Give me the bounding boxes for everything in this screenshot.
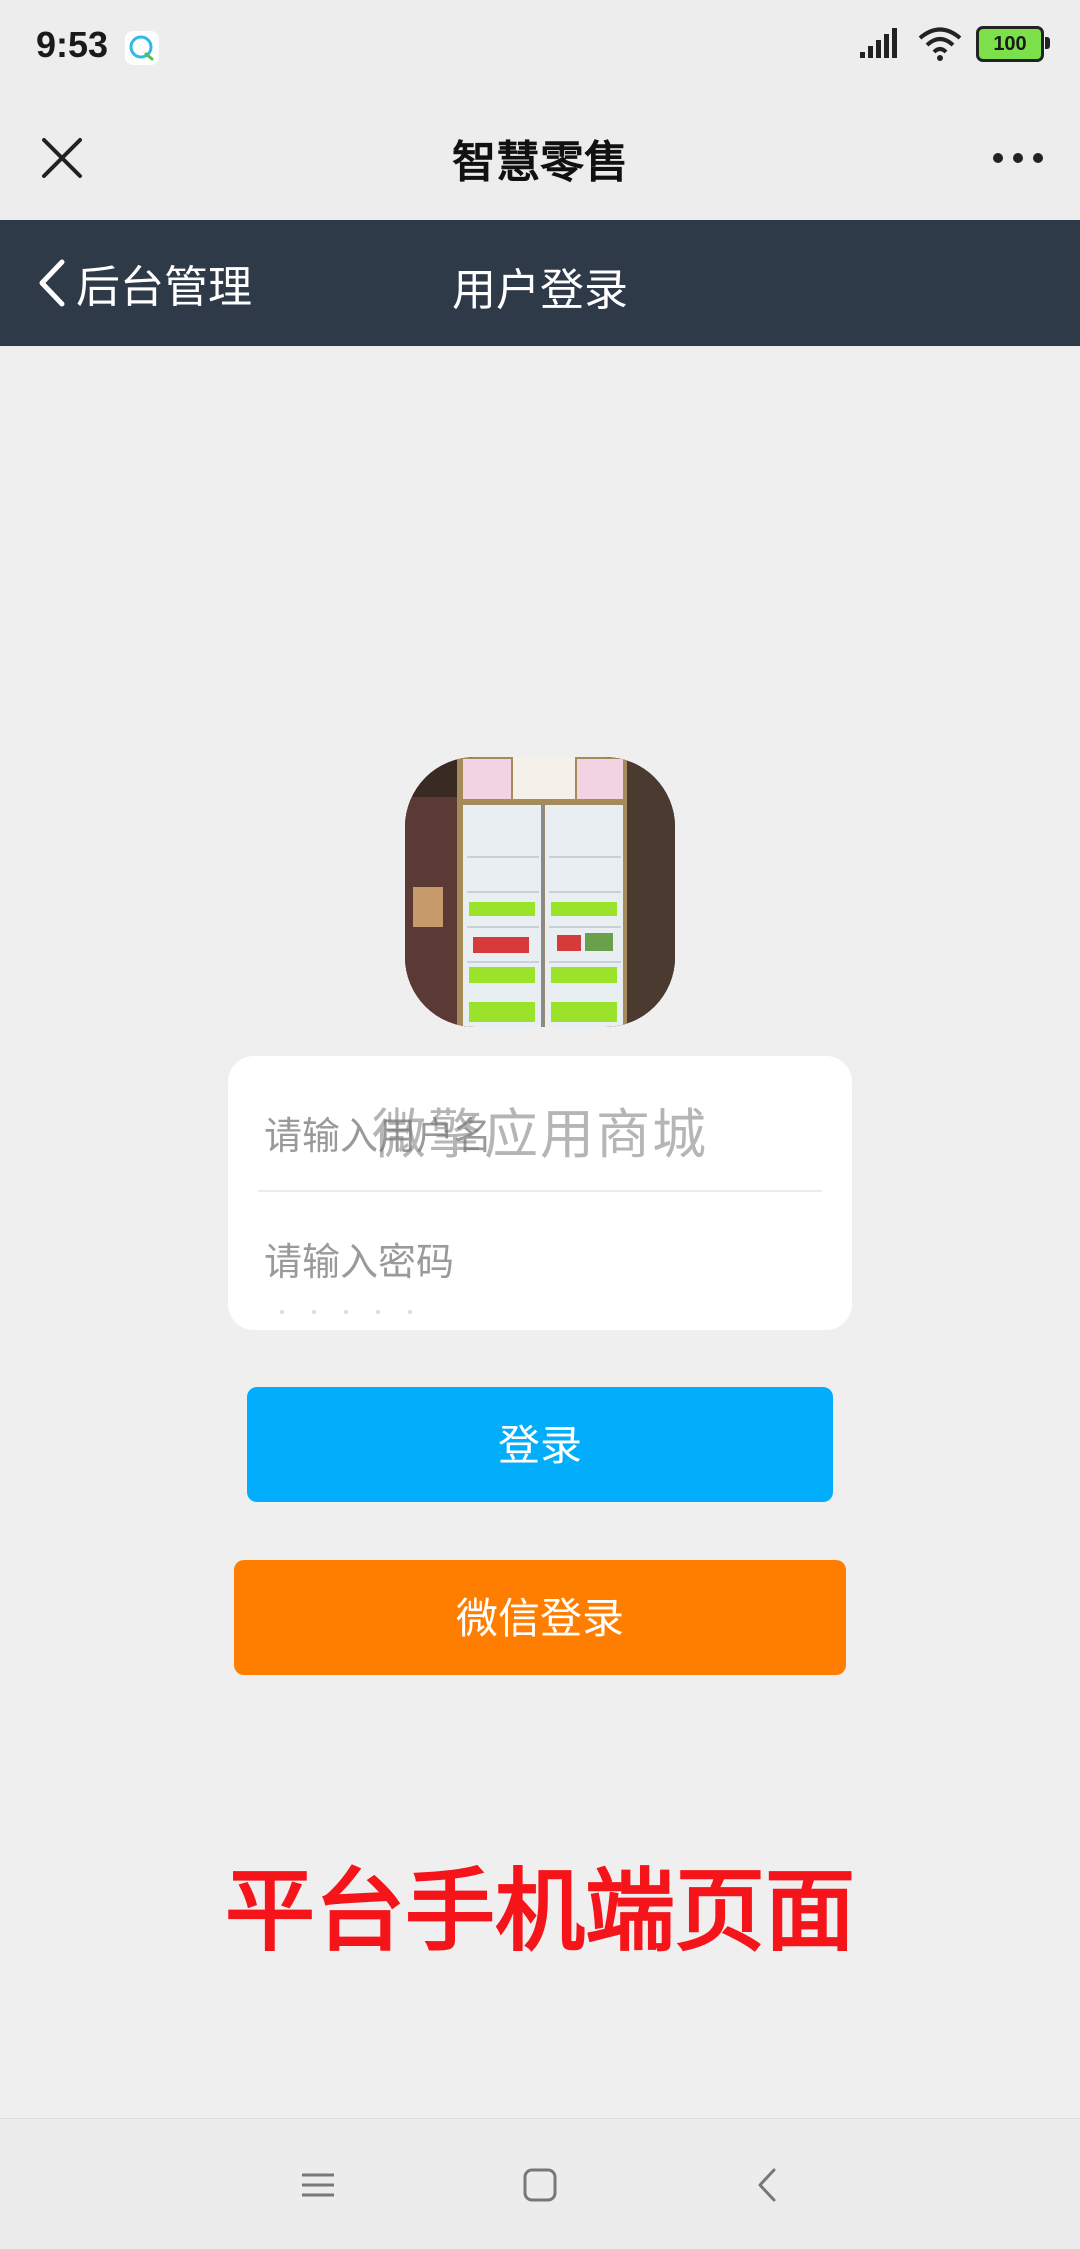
status-time: 9:53 <box>36 24 109 65</box>
status-bar: 9:53 100 <box>0 0 1080 96</box>
page-nav-bar: 后台管理 用户登录 <box>0 220 1080 346</box>
promo-text: 平台手机端页面 <box>225 1859 855 1964</box>
more-dot <box>1013 153 1023 163</box>
more-dot <box>993 153 1003 163</box>
more-icon[interactable] <box>986 136 1050 180</box>
chat-notification-icon <box>125 31 159 65</box>
system-nav-bar <box>0 2118 1080 2249</box>
vending-fridge-image <box>405 757 675 1027</box>
back-icon[interactable] <box>748 2165 788 2205</box>
home-icon[interactable] <box>520 2165 560 2205</box>
battery-level: 100 <box>993 32 1027 55</box>
app-bar: 智慧零售 <box>0 96 1080 220</box>
password-mask-dots <box>280 1310 412 1314</box>
watermark-text: 微擎应用商城 <box>372 1103 708 1166</box>
wechat-login-button[interactable]: 微信登录 <box>234 1560 846 1675</box>
status-icons: 100 <box>860 26 1050 62</box>
more-dot <box>1033 153 1043 163</box>
signal-icon <box>860 28 897 58</box>
login-button[interactable]: 登录 <box>247 1387 833 1502</box>
fridge-illustration <box>405 757 675 1027</box>
app-title: 智慧零售 <box>452 137 628 188</box>
field-divider <box>258 1190 822 1192</box>
password-input[interactable] <box>264 1212 816 1312</box>
battery-icon: 100 <box>976 26 1050 62</box>
menu-icon[interactable] <box>298 2165 338 2205</box>
wifi-icon <box>918 27 962 61</box>
page-title: 用户登录 <box>452 265 628 316</box>
